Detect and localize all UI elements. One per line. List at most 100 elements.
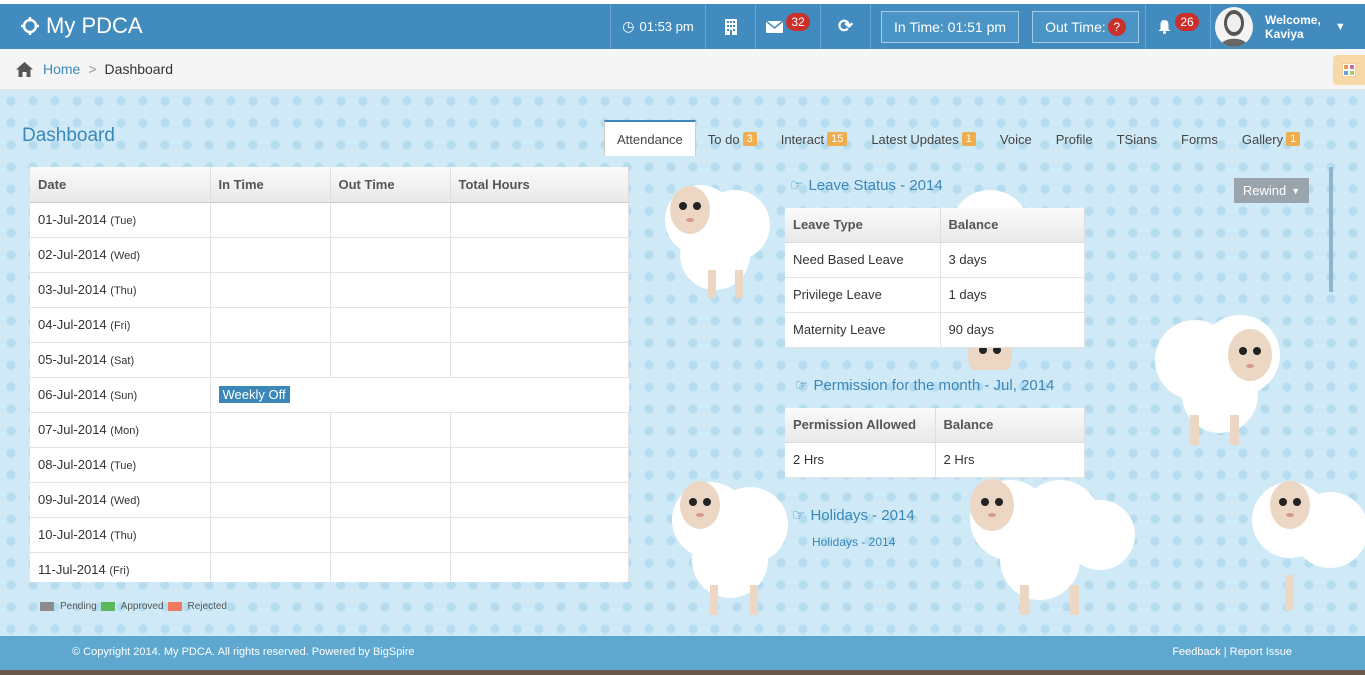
legend-pending: Pending: [60, 601, 97, 612]
mail-button[interactable]: 32: [755, 4, 820, 49]
page-title: Dashboard: [22, 125, 115, 146]
column-header[interactable]: Out Time: [330, 167, 451, 203]
total-hours-cell: [450, 202, 629, 238]
user-menu[interactable]: Welcome, Kaviya ▼: [1210, 4, 1365, 49]
tab-interact[interactable]: Interact 15: [769, 122, 860, 156]
report-issue-link[interactable]: Report Issue: [1230, 646, 1292, 658]
attendance-table-container[interactable]: Date In Time Out Time Total Hours 01-Jul…: [30, 167, 629, 582]
status-legend: Pending Approved Rejected: [40, 601, 227, 612]
in-time-cell: [210, 517, 331, 553]
breadcrumb-home-link[interactable]: Home: [43, 61, 80, 77]
column-header[interactable]: In Time: [210, 167, 331, 203]
dashboard-tabs: Attendance To do 3 Interact 15 Latest Upda…: [604, 120, 1312, 156]
weekday-text: (Wed): [110, 495, 141, 507]
leave-status-title: Leave Status - 2014: [808, 176, 943, 194]
hand-pointer-icon: ☞: [790, 177, 804, 194]
notifications-button[interactable]: 26: [1145, 4, 1210, 49]
tab-label: Latest Updates: [871, 131, 959, 147]
column-header[interactable]: Date: [30, 167, 211, 203]
tab-profile[interactable]: Profile: [1044, 122, 1105, 156]
approved-swatch: [100, 602, 115, 611]
column-header: Balance: [935, 408, 1085, 443]
table-row: 05-Jul-2014 (Sat): [30, 342, 629, 378]
tab-label: Attendance: [617, 131, 683, 147]
clock-display: ◷ 01:53 pm: [610, 4, 705, 49]
leave-status-table: Leave Type Balance Need Based Leave 3 days…: [785, 208, 1085, 348]
date-cell: 07-Jul-2014 (Mon): [30, 412, 211, 448]
date-text: 05-Jul-2014: [38, 352, 107, 367]
table-row: 04-Jul-2014 (Fri): [30, 307, 629, 343]
clock-time: 01:53 pm: [639, 19, 694, 34]
breadcrumb: Home > Dashboard: [0, 49, 1365, 90]
tab-badge: 15: [827, 132, 848, 146]
out-time-cell: [330, 552, 451, 582]
note-cell: Weekly Off: [210, 377, 629, 413]
table-row: 03-Jul-2014 (Thu): [30, 272, 629, 308]
theme-switcher-button[interactable]: [1333, 55, 1365, 85]
app-brand[interactable]: My PDCA: [20, 13, 143, 39]
weekday-text: (Sat): [110, 355, 135, 367]
table-row: Maternity Leave 90 days: [785, 312, 1085, 348]
rewind-label: Rewind: [1242, 183, 1287, 198]
rewind-dropdown-button[interactable]: Rewind ▼: [1234, 178, 1309, 203]
permission-table: Permission Allowed Balance 2 Hrs 2 Hrs: [785, 408, 1085, 478]
weekday-text: (Tue): [110, 460, 137, 472]
feedback-link[interactable]: Feedback: [1172, 646, 1220, 658]
date-cell: 09-Jul-2014 (Wed): [30, 482, 211, 518]
tab-todo[interactable]: To do 3: [696, 122, 769, 156]
leave-balance: 1 days: [940, 277, 1085, 313]
weekday-text: (Mon): [110, 425, 140, 437]
leave-type: Maternity Leave: [785, 312, 941, 348]
column-header[interactable]: Total Hours: [450, 167, 629, 203]
tab-forms[interactable]: Forms: [1169, 122, 1230, 156]
date-cell: 01-Jul-2014 (Tue): [30, 202, 211, 238]
permission-balance: 2 Hrs: [935, 442, 1085, 478]
tab-label: Interact: [780, 131, 825, 147]
bell-icon: [1158, 20, 1171, 34]
out-time-cell: [330, 272, 451, 308]
out-time-button[interactable]: Out Time:?: [1032, 10, 1139, 43]
total-hours-cell: [450, 412, 629, 448]
table-row: 07-Jul-2014 (Mon): [30, 412, 629, 448]
envelope-icon: [766, 20, 784, 33]
permission-title: Permission for the month - Jul, 2014: [813, 376, 1055, 394]
sheep-decoration: [665, 185, 770, 298]
total-hours-cell: [450, 447, 629, 483]
out-time-cell: [330, 517, 451, 553]
in-time-cell: [210, 342, 331, 378]
copyright-text: © Copyright 2014. My PDCA. All rights re…: [72, 646, 415, 658]
weekday-text: (Wed): [110, 250, 141, 262]
tab-gallery[interactable]: Gallery 1: [1230, 122, 1312, 156]
weekday-text: (Sun): [110, 390, 138, 402]
weekly-off-label: Weekly Off: [218, 386, 290, 403]
date-text: 03-Jul-2014: [38, 282, 107, 297]
rejected-swatch: [167, 602, 182, 611]
date-text: 10-Jul-2014: [38, 527, 107, 542]
refresh-button[interactable]: ⟳: [820, 4, 870, 49]
footer-divider: |: [1223, 646, 1227, 658]
tab-label: Gallery: [1241, 131, 1284, 147]
taskbar-strip: [0, 670, 1365, 675]
dashboard-content: Dashboard Attendance To do 3 Interact 15 L…: [0, 90, 1365, 636]
footer: © Copyright 2014. My PDCA. All rights re…: [0, 636, 1365, 670]
tab-latest-updates[interactable]: Latest Updates 1: [859, 122, 988, 156]
calculator-button[interactable]: [705, 4, 755, 49]
leave-balance: 3 days: [940, 242, 1085, 278]
holidays-link[interactable]: Holidays - 2014: [812, 535, 895, 549]
table-row: Privilege Leave 1 days: [785, 277, 1085, 313]
in-time-button[interactable]: In Time: 01:51 pm: [881, 10, 1020, 43]
column-header: Balance: [940, 208, 1085, 243]
tab-voice[interactable]: Voice: [988, 122, 1044, 156]
tab-tsians[interactable]: TSians: [1105, 122, 1169, 156]
date-cell: 10-Jul-2014 (Thu): [30, 517, 211, 553]
hand-pointer-icon: ☞: [795, 377, 809, 394]
scrollbar[interactable]: [1329, 167, 1333, 292]
total-hours-cell: [450, 342, 629, 378]
legend-approved: Approved: [120, 601, 164, 612]
leave-balance: 90 days: [940, 312, 1085, 348]
date-cell: 03-Jul-2014 (Thu): [30, 272, 211, 308]
welcome-text: Welcome,: [1265, 12, 1321, 27]
refresh-icon: ⟳: [837, 16, 854, 36]
tab-attendance[interactable]: Attendance: [604, 120, 696, 156]
clock-icon: ◷: [622, 18, 635, 34]
